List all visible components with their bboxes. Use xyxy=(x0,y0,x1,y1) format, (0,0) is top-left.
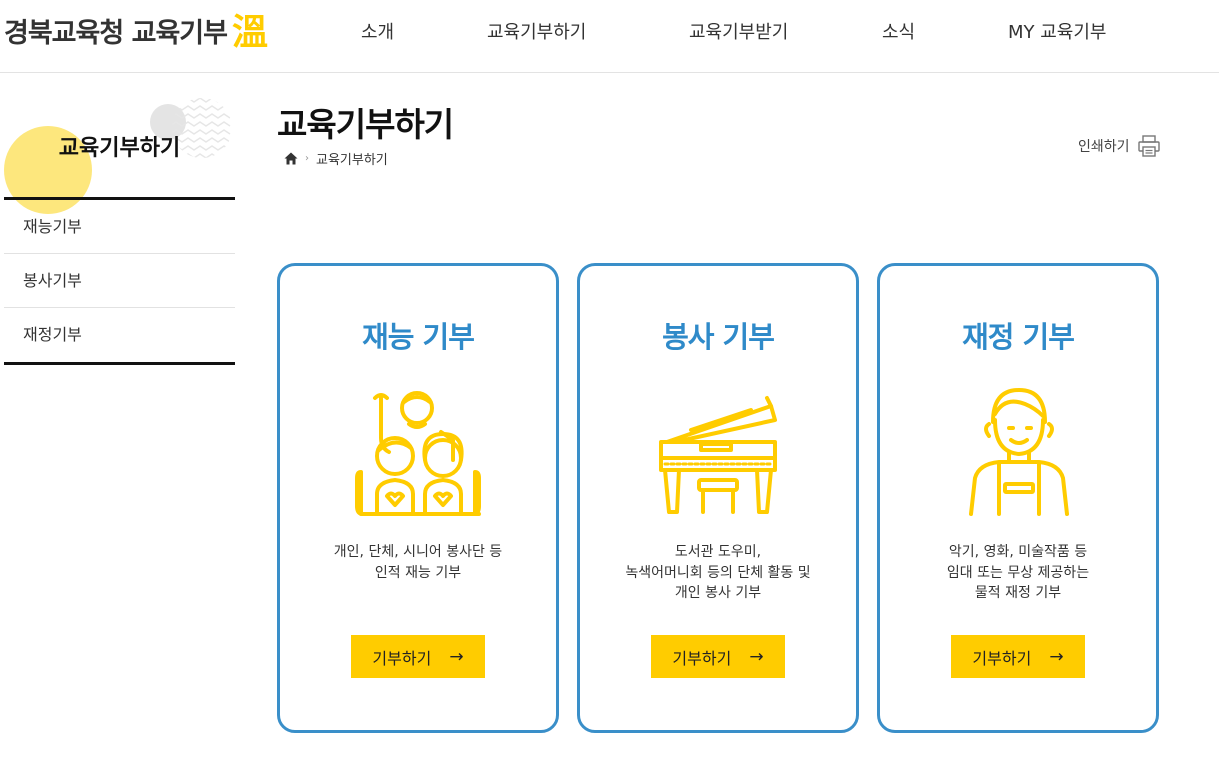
card-description: 개인, 단체, 시니어 봉사단 등 인적 재능 기부 xyxy=(333,544,503,581)
nav-item-receive[interactable]: 교육기부받기 xyxy=(689,18,788,44)
print-button[interactable]: 인쇄하기 xyxy=(1078,134,1161,158)
family-icon xyxy=(355,391,481,516)
home-icon[interactable] xyxy=(284,152,298,165)
card-description: 도서관 도우미, 녹색어머니회 등의 단체 활동 및 개인 봉사 기부 xyxy=(625,544,811,601)
person-icon xyxy=(969,388,1069,516)
donate-button-volunteer[interactable]: 기부하기 → xyxy=(651,635,785,678)
volunteer-donation-card: 봉사 기부 도서관 도우미, 녹색어머니회 등의 단체 활동 및 개인 봉사 기… xyxy=(577,263,859,733)
nav-item-about[interactable]: 소개 xyxy=(361,18,394,44)
talent-donation-card: 재능 기부 개인, 단체, 시니어 봉사단 등 인적 재능 기부 기부하기 → xyxy=(277,263,559,733)
card-title: 재능 기부 xyxy=(362,320,475,354)
card-title: 재정 기부 xyxy=(962,320,1075,354)
sidebar-item-talent[interactable]: 재능기부 xyxy=(4,200,235,254)
nav-item-news[interactable]: 소식 xyxy=(882,18,915,44)
page-title: 교육기부하기 xyxy=(277,105,454,144)
sidebar-title: 교육기부하기 xyxy=(58,136,181,161)
breadcrumb-separator-icon: › xyxy=(305,152,309,164)
card-description: 악기, 영화, 미술작품 등 임대 또는 무상 제공하는 물적 재정 기부 xyxy=(946,544,1090,601)
sidebar-item-finance[interactable]: 재정기부 xyxy=(4,308,235,362)
nav-item-donate[interactable]: 교육기부하기 xyxy=(487,18,586,44)
sidebar-item-volunteer[interactable]: 봉사기부 xyxy=(4,254,235,308)
printer-icon xyxy=(1137,135,1160,157)
card-title: 봉사 기부 xyxy=(662,320,775,354)
print-label: 인쇄하기 xyxy=(1078,139,1130,155)
site-header: 경북교육청 교육기부 溫 소개 교육기부하기 교육기부받기 소식 MY 교육기부 xyxy=(0,0,1219,73)
nav-item-my[interactable]: MY 교육기부 xyxy=(1008,18,1107,44)
arrow-right-icon: → xyxy=(749,646,764,667)
arrow-right-icon: → xyxy=(1049,646,1064,667)
donate-button-finance[interactable]: 기부하기 → xyxy=(951,635,1085,678)
arrow-right-icon: → xyxy=(449,646,464,667)
main-nav: 소개 교육기부하기 교육기부받기 소식 MY 교육기부 xyxy=(0,18,1219,44)
breadcrumb: › 교육기부하기 xyxy=(284,148,388,168)
sidebar-menu: 재능기부 봉사기부 재정기부 xyxy=(4,197,235,365)
donate-button-talent[interactable]: 기부하기 → xyxy=(351,635,485,678)
finance-donation-card: 재정 기부 악기, 영화, 미술작품 등 임대 또는 무상 제공하는 물적 재정… xyxy=(877,263,1159,733)
piano-icon xyxy=(659,396,777,514)
breadcrumb-current[interactable]: 교육기부하기 xyxy=(316,149,388,168)
